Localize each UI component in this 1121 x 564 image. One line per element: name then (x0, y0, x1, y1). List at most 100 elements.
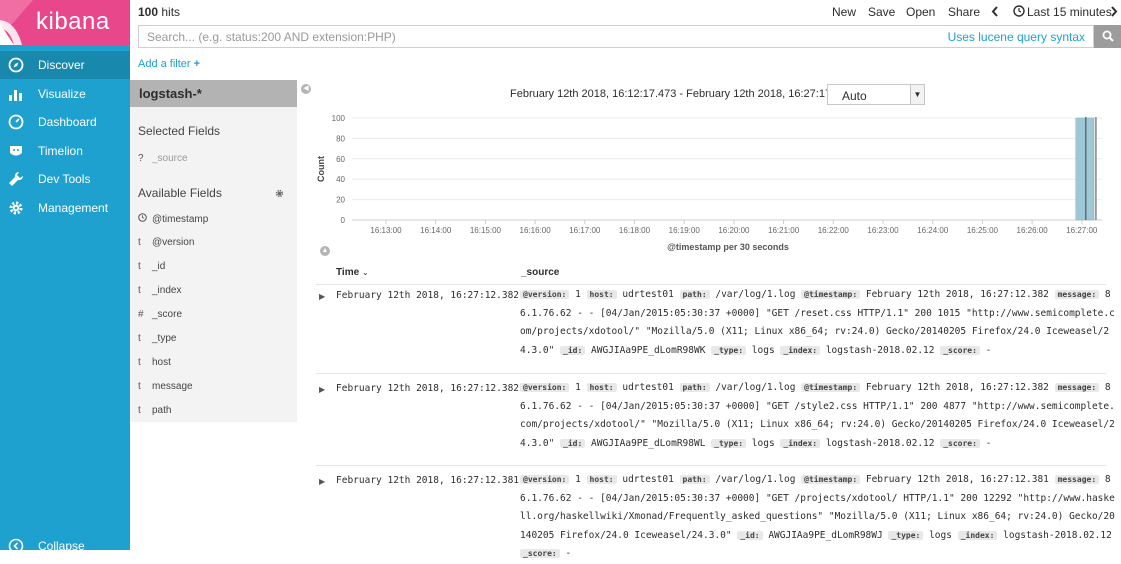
source-key: message: (1054, 290, 1100, 299)
search-icon (1102, 30, 1114, 42)
search-button[interactable] (1094, 25, 1121, 48)
field-row[interactable]: @timestamp (138, 213, 208, 225)
source-key: host: (586, 290, 617, 299)
sidebar-item-dashboard[interactable]: Dashboard (0, 108, 130, 136)
collapse-sidebar-icon[interactable]: ◀ (301, 84, 311, 94)
field-row[interactable]: t message (138, 381, 193, 392)
source-key: _index: (957, 530, 998, 540)
sidebar-item-dev-tools[interactable]: Dev Tools (0, 165, 130, 193)
field-type-icon: t (138, 261, 141, 272)
lucene-syntax-link[interactable]: Uses lucene query syntax (948, 30, 1085, 44)
x-tick-label: 16:25:00 (967, 226, 999, 235)
chevron-right-icon[interactable] (1109, 5, 1119, 18)
new-button[interactable]: New (832, 5, 856, 19)
source-value: February 12th 2018, 16:27:12.382 (860, 382, 1055, 393)
source-value: logs (746, 437, 781, 449)
field-row[interactable]: # _score (138, 309, 182, 320)
selected-fields-title: Selected Fields (138, 124, 221, 138)
kibana-logo-icon (0, 0, 33, 45)
interval-value: Auto (842, 89, 867, 103)
index-pattern-selector[interactable]: logstash-* (130, 80, 297, 107)
x-tick-label: 16:26:00 (1017, 226, 1049, 235)
bar-chart-icon (9, 90, 22, 101)
selected-field-row[interactable]: ? _source (138, 153, 188, 164)
field-name: message (152, 381, 193, 392)
source-key: _index: (780, 345, 821, 355)
row-source: @version: 1 host: udrtest01 path: /var/l… (520, 379, 1116, 453)
source-key: path: (679, 383, 710, 392)
sidebar-item-label: Discover (38, 58, 85, 72)
field-row[interactable]: t _index (138, 285, 181, 296)
index-pattern-label: logstash-* (139, 86, 202, 101)
chevron-left-icon[interactable] (990, 5, 1000, 18)
source-key: _index: (780, 438, 821, 448)
field-row[interactable]: t _type (138, 333, 176, 344)
sidebar-item-label: Dashboard (38, 115, 97, 129)
x-tick-label: 16:27:00 (1066, 226, 1098, 235)
collapse-chart-icon[interactable]: ▲ (320, 246, 330, 256)
sidebar-item-management[interactable]: Management (0, 194, 130, 222)
source-key: @version: (520, 475, 570, 484)
field-row[interactable]: t @version (138, 237, 194, 248)
source-value: /var/log/1.log (709, 382, 802, 393)
hits-count: 100 hits (138, 5, 180, 19)
source-value: logs (923, 529, 958, 541)
field-name: _type (152, 333, 177, 344)
x-tick-label: 16:19:00 (669, 226, 701, 235)
logo-text: kibana (36, 8, 110, 35)
field-row[interactable]: t _id (138, 261, 165, 272)
source-value: udrtest01 (616, 289, 680, 300)
column-label: Time (336, 267, 360, 278)
field-name: @timestamp (152, 214, 209, 225)
sidebar-item-timelion[interactable]: Timelion (0, 137, 130, 165)
source-key: @version: (520, 290, 570, 299)
available-fields-title: Available Fields (138, 186, 222, 200)
x-tick-label: 16:15:00 (470, 226, 502, 235)
source-value: 1 (569, 289, 587, 300)
save-button[interactable]: Save (868, 5, 895, 19)
source-key: @timestamp: (801, 475, 861, 484)
expand-row-icon[interactable]: ▶ (319, 385, 325, 394)
sidebar-item-label: Visualize (38, 87, 86, 101)
expand-row-icon[interactable]: ▶ (319, 292, 325, 301)
row-divider (316, 465, 1106, 466)
source-key: message: (1054, 383, 1100, 392)
dashboard-icon (8, 114, 24, 130)
x-tick-label: 16:21:00 (768, 226, 800, 235)
field-row[interactable]: t host (138, 357, 171, 368)
x-tick-label: 16:24:00 (917, 226, 949, 235)
source-key: message: (1054, 475, 1100, 484)
sidebar-collapse[interactable]: Collapse (0, 532, 130, 560)
sidebar-item-label: Dev Tools (38, 172, 91, 186)
source-key: _score: (520, 549, 560, 558)
sidebar-item-label: Management (38, 201, 109, 215)
add-filter-link[interactable]: Add a filter + (138, 58, 200, 70)
sidebar-item-discover[interactable]: Discover (0, 51, 130, 79)
source-value: 1 (569, 382, 587, 393)
source-key: _score: (940, 438, 980, 448)
row-timestamp: February 12th 2018, 16:27:12.382 (336, 383, 520, 394)
sidebar-item-visualize[interactable]: Visualize (0, 80, 130, 108)
kibana-logo[interactable]: kibana (0, 0, 130, 45)
field-name: path (152, 405, 172, 416)
field-row[interactable]: t path (138, 405, 171, 416)
interval-select[interactable]: Auto ▼ (827, 84, 925, 105)
share-button[interactable]: Share (948, 5, 980, 19)
expand-row-icon[interactable]: ▶ (319, 477, 325, 486)
time-picker-button[interactable]: Last 15 minutes (1027, 5, 1112, 19)
open-button[interactable]: Open (906, 5, 935, 19)
source-value: February 12th 2018, 16:27:12.381 (860, 474, 1055, 485)
source-value: logs (746, 344, 781, 356)
column-header-time[interactable]: Time ⌄ (336, 267, 369, 278)
source-value: udrtest01 (616, 474, 680, 485)
source-key: _id: (737, 530, 763, 540)
source-value: AWGJIAa9PE_dLomR98WK (585, 344, 712, 356)
source-key: _score: (940, 345, 980, 355)
source-value: logstash-2018.02.12 (820, 344, 941, 356)
compass-icon (8, 57, 24, 73)
x-tick-label: 16:14:00 (420, 226, 452, 235)
source-value: February 12th 2018, 16:27:12.382 (860, 289, 1055, 300)
search-input[interactable]: Search... (e.g. status:200 AND extension… (138, 25, 1094, 48)
gear-icon[interactable] (275, 189, 284, 198)
y-tick-label: 40 (336, 175, 345, 184)
